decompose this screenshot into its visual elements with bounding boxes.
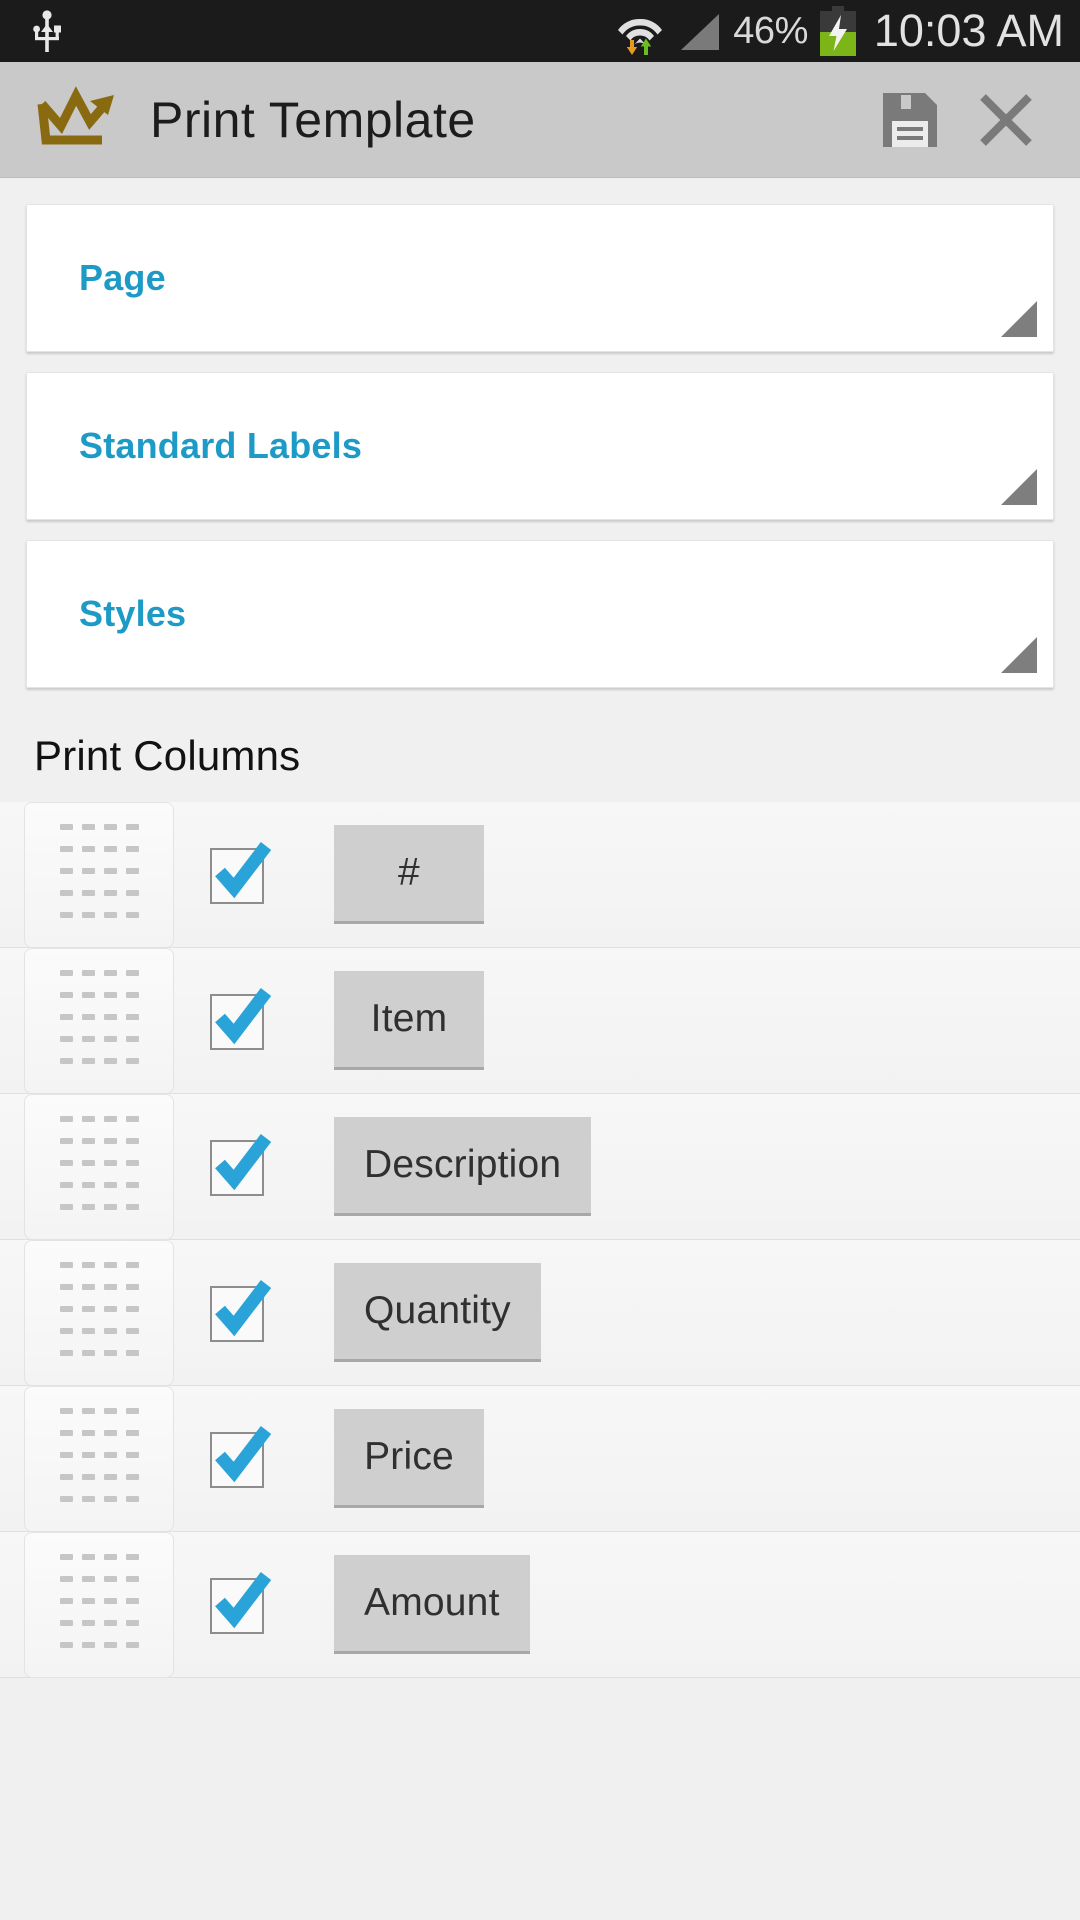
drag-dot-grid [59,1554,139,1655]
column-checkbox[interactable] [174,841,304,906]
page-title: Print Template [150,91,476,148]
drag-handle-icon[interactable] [24,801,174,948]
column-label-chip[interactable]: Amount [334,1554,530,1655]
checkbox-checked-icon [210,1279,272,1344]
settings-scroll-area[interactable]: Page Standard Labels Styles Print Columns … [0,178,1080,1920]
usb-icon [30,10,64,52]
drag-dot-grid [59,1262,139,1363]
resize-corner-icon[interactable] [1001,637,1037,673]
column-label-cell: # [304,824,1080,925]
table-row: Quantity [0,1239,1080,1386]
table-row: Description [0,1093,1080,1240]
table-row: Price [0,1385,1080,1532]
drag-dot-grid [59,1408,139,1509]
section-label: Page [79,257,166,298]
checkbox-checked-icon [210,1133,272,1198]
column-label-chip[interactable]: Price [334,1408,484,1509]
section-label: Styles [79,593,187,634]
section-card-standard-labels[interactable]: Standard Labels [26,372,1054,520]
checkbox-checked-icon [210,1571,272,1636]
column-label-cell: Amount [304,1554,1080,1655]
crown-arrow-logo-icon [30,82,122,157]
checkbox-checked-icon [210,987,272,1052]
column-checkbox[interactable] [174,987,304,1052]
action-bar: Print Template [0,62,1080,178]
status-bar-clock: 10:03 AM [873,5,1064,56]
drag-handle-icon[interactable] [24,947,174,1094]
drag-dot-grid [59,1116,139,1217]
table-row: # [0,801,1080,948]
drag-handle-icon[interactable] [24,1239,174,1386]
column-label-cell: Item [304,970,1080,1071]
column-label-chip[interactable]: Description [334,1116,592,1217]
drag-dot-grid [59,824,139,925]
column-label-cell: Price [304,1408,1080,1509]
section-label: Standard Labels [79,425,363,466]
status-bar-left [30,10,64,52]
close-x-icon [977,91,1035,149]
close-button[interactable] [958,72,1054,168]
save-button[interactable] [862,72,958,168]
column-checkbox[interactable] [174,1571,304,1636]
battery-charging-icon [818,6,858,56]
column-label-chip[interactable]: Item [334,970,484,1071]
cell-signal-icon [677,10,723,52]
drag-handle-icon[interactable] [24,1531,174,1678]
resize-corner-icon[interactable] [1001,469,1037,505]
column-label-chip[interactable]: Quantity [334,1262,541,1363]
column-label-chip[interactable]: # [334,824,484,925]
column-checkbox[interactable] [174,1279,304,1344]
drag-handle-icon[interactable] [24,1385,174,1532]
section-card-styles[interactable]: Styles [26,540,1054,688]
drag-dot-grid [59,970,139,1071]
battery-percent-label: 46% [733,9,808,52]
checkbox-checked-icon [210,841,272,906]
wifi-icon [613,7,667,55]
checkbox-checked-icon [210,1425,272,1490]
column-label-cell: Description [304,1116,1080,1217]
sections-container: Page Standard Labels Styles [0,204,1080,688]
table-row: Amount [0,1531,1080,1678]
drag-handle-icon[interactable] [24,1093,174,1240]
status-bar-right: 46% 10:03 AM [613,5,1064,57]
save-floppy-icon [881,91,939,149]
section-card-page[interactable]: Page [26,204,1054,352]
resize-corner-icon[interactable] [1001,301,1037,337]
print-columns-heading: Print Columns [34,732,301,779]
table-row: Item [0,947,1080,1094]
column-label-cell: Quantity [304,1262,1080,1363]
status-bar: 46% 10:03 AM [0,0,1080,62]
print-columns-list: # Item Description Quantity Price Amount [0,801,1080,1678]
column-checkbox[interactable] [174,1133,304,1198]
column-checkbox[interactable] [174,1425,304,1490]
